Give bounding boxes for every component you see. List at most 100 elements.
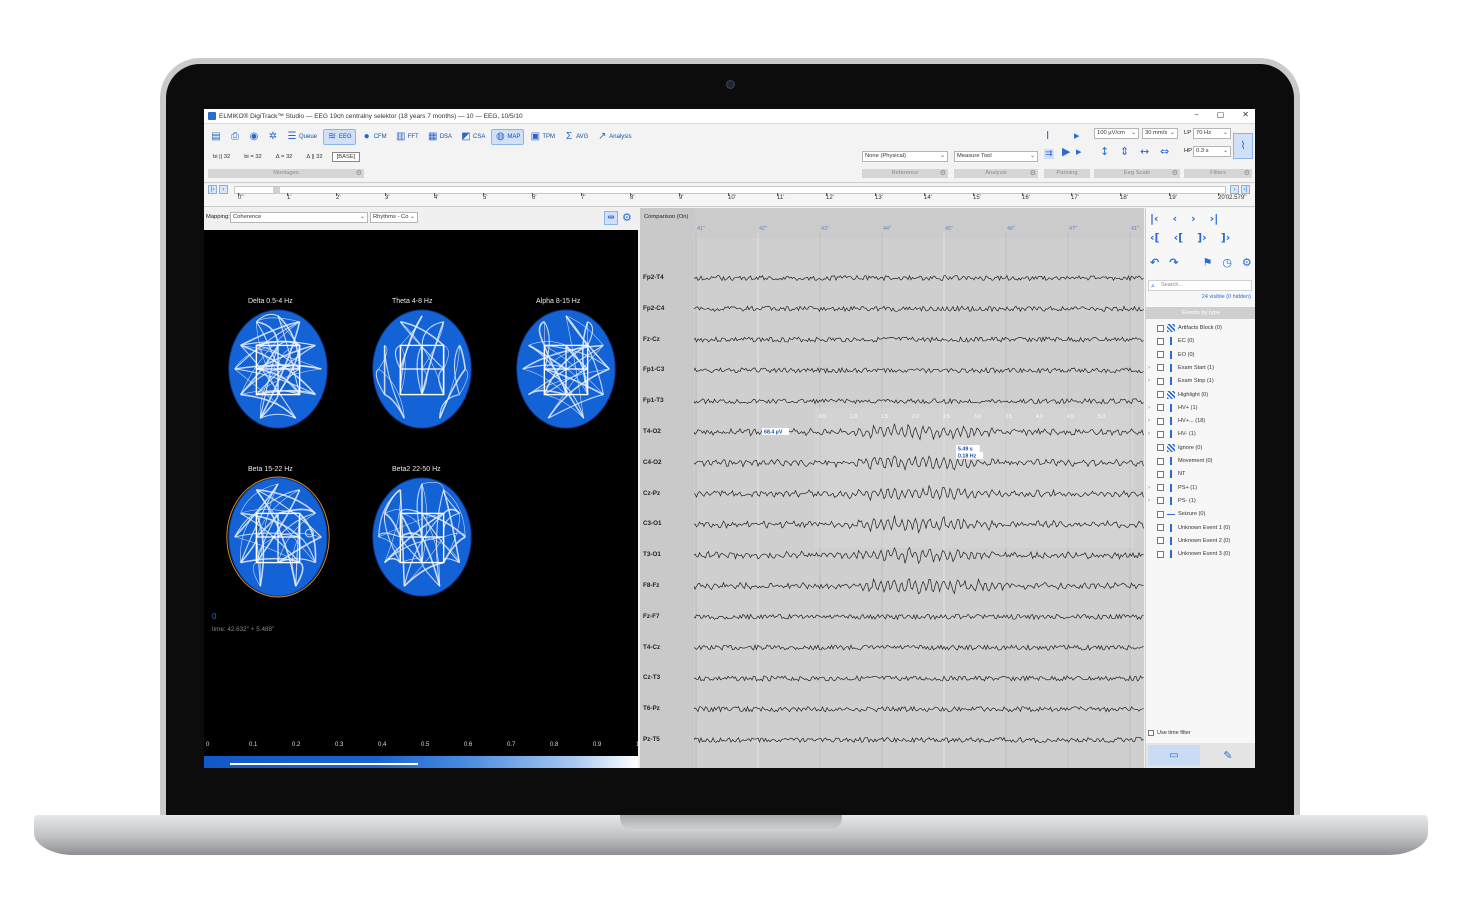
mapping-select[interactable]: Coherence ⌄ [230, 212, 368, 223]
notch-filter-icon[interactable]: ⌇ [1233, 133, 1253, 159]
event-checkbox[interactable] [1157, 457, 1164, 465]
head-map-beta2[interactable] [370, 476, 474, 598]
event-type-item[interactable]: Unknown Event 1 (0) [1148, 522, 1230, 534]
speed-select[interactable]: 30 mm/s ⌄ [1142, 128, 1178, 139]
prev-page-icon[interactable]: ‹ [1173, 212, 1178, 225]
avg-button[interactable]: Σ AVG [561, 129, 591, 145]
event-type-item[interactable]: Ignore (0) [1148, 442, 1202, 454]
tpm-button[interactable]: ▣ TPM [527, 129, 558, 145]
channel-label[interactable]: T4-O2 [643, 428, 661, 435]
event-checkbox[interactable] [1157, 550, 1164, 558]
event-type-item[interactable]: NT [1148, 468, 1185, 480]
events-by-type-header[interactable]: Events by type [1146, 307, 1255, 319]
print-button[interactable]: ⎙ [227, 129, 243, 145]
event-checkbox[interactable] [1157, 470, 1164, 478]
event-checkbox[interactable] [1157, 351, 1164, 359]
event-checkbox[interactable] [1157, 324, 1164, 332]
event-type-item[interactable]: Highlight (0) [1148, 389, 1208, 401]
prev-event-icon[interactable]: ‹[ [1150, 231, 1160, 244]
minimize-button[interactable]: – [1195, 110, 1199, 119]
last-page-icon[interactable]: ›| [1210, 212, 1219, 225]
lp-select[interactable]: 70 Hz ⌄ [1193, 128, 1231, 139]
expand-icon[interactable]: › [1148, 418, 1154, 424]
vertical-compress-icon[interactable]: ⇕ [1120, 145, 1129, 158]
dsa-button[interactable]: ▦ DSA [425, 129, 455, 145]
channel-label[interactable]: Fp1-C3 [643, 366, 664, 373]
channel-label[interactable]: Fz-F7 [643, 613, 659, 620]
event-checkbox[interactable] [1157, 444, 1164, 452]
prev-mark-icon[interactable]: ‹[ [1174, 231, 1184, 244]
event-checkbox[interactable] [1157, 391, 1164, 398]
channel-label[interactable]: Cz-T3 [643, 674, 660, 681]
analysis-button[interactable]: ↗ Analysis [594, 129, 634, 145]
event-type-item[interactable]: › Exam Stop (1) [1148, 375, 1214, 387]
head-map-theta[interactable] [370, 308, 474, 430]
next-mark-icon[interactable]: ]› [1197, 231, 1207, 244]
jump-forward-icon[interactable]: ↷ [1169, 256, 1178, 269]
settings-button[interactable]: ✲ [265, 129, 281, 145]
play-icon[interactable]: ▶ [1062, 145, 1070, 158]
time-scrollbar-thumb[interactable] [273, 187, 280, 194]
gear-icon[interactable]: ⚙ [940, 169, 946, 178]
event-checkbox[interactable] [1157, 337, 1164, 345]
event-checkbox[interactable] [1157, 510, 1164, 518]
ruler-first-icon[interactable]: |‹ [208, 185, 217, 194]
event-type-item[interactable]: › PS- (1) [1148, 495, 1196, 507]
event-type-item[interactable]: Unknown Event 2 (0) [1148, 535, 1230, 547]
expand-icon[interactable]: › [1148, 498, 1154, 504]
event-checkbox[interactable] [1157, 404, 1164, 412]
event-type-item[interactable]: › PS+ (1) [1148, 482, 1197, 494]
montage-button[interactable]: Δ || 32 [301, 152, 327, 162]
channel-label[interactable]: T3-O1 [643, 551, 661, 558]
horizontal-compress-icon[interactable]: ⇔ [1160, 145, 1169, 158]
channel-label[interactable]: T4-Cz [643, 644, 660, 651]
jump-back-icon[interactable]: ↶ [1150, 256, 1159, 269]
scroll-mode-icon[interactable]: ⇉ [1044, 149, 1054, 159]
event-type-item[interactable]: EC (0) [1148, 335, 1194, 347]
event-checkbox[interactable] [1157, 430, 1164, 438]
channel-label[interactable]: Fz-Cz [643, 336, 660, 343]
flag-icon[interactable]: ⚑ [1202, 256, 1212, 269]
document-button[interactable]: ▤ [208, 129, 224, 145]
queue-button[interactable]: ☰ Queue [284, 129, 320, 145]
channel-label[interactable]: F8-Fz [643, 582, 659, 589]
expand-icon[interactable]: › [1148, 378, 1154, 384]
eeg-button[interactable]: ≋ EEG [323, 129, 356, 145]
channel-label[interactable]: C4-O2 [643, 459, 662, 466]
event-checkbox[interactable] [1157, 524, 1164, 531]
event-type-item[interactable]: EO (0) [1148, 349, 1194, 361]
channel-label[interactable]: Fp2-C4 [643, 305, 664, 312]
step-icon[interactable]: ▸ [1076, 145, 1082, 158]
event-type-item[interactable]: Seizure (0) [1148, 508, 1205, 520]
gear-icon[interactable]: ⚙ [1172, 169, 1178, 178]
channel-label[interactable]: Fp1-T3 [643, 397, 664, 404]
rhythm-select[interactable]: Rhythms - Co ⌄ [370, 212, 418, 223]
channel-label[interactable]: Fp2-T4 [643, 274, 664, 281]
montage-button[interactable]: Δ = 32 [271, 152, 298, 162]
event-type-item[interactable]: › HV+ (1) [1148, 402, 1197, 414]
sensitivity-select[interactable]: 100 µV/cm ⌄ [1094, 128, 1139, 139]
head-map-alpha[interactable] [514, 308, 618, 430]
ruler-prev-icon[interactable]: ‹ [219, 185, 228, 194]
expand-icon[interactable]: › [1148, 405, 1154, 411]
montage-button-base[interactable]: [BASE] [331, 152, 361, 162]
clock-icon[interactable]: ◷ [1222, 256, 1232, 269]
fit-width-icon[interactable]: ⇹ [604, 211, 618, 225]
channel-label[interactable]: T6-Pz [643, 705, 660, 712]
event-checkbox[interactable] [1157, 537, 1164, 545]
event-type-item[interactable]: Movement (0) [1148, 455, 1213, 467]
ruler-tool-icon[interactable]: ▭ [1148, 745, 1200, 766]
horizontal-stretch-icon[interactable]: ↔ [1140, 145, 1149, 158]
hp-select[interactable]: 0.3 s ⌄ [1193, 146, 1231, 157]
channel-label[interactable]: Pz-T5 [643, 736, 660, 743]
event-type-item[interactable]: › HV+... (18) [1148, 415, 1205, 427]
montage-button[interactable]: bi || 32 [208, 152, 235, 162]
event-checkbox[interactable] [1157, 417, 1164, 425]
time-scrollbar[interactable] [234, 186, 1226, 194]
reference-select[interactable]: None (Physical) ⌄ [862, 151, 948, 162]
head-map-beta[interactable] [226, 476, 330, 598]
gear-icon[interactable]: ⚙ [1244, 169, 1250, 178]
ruler-last-icon[interactable]: ›| [1241, 185, 1250, 194]
event-checkbox[interactable] [1157, 377, 1164, 385]
event-checkbox[interactable] [1157, 484, 1164, 492]
